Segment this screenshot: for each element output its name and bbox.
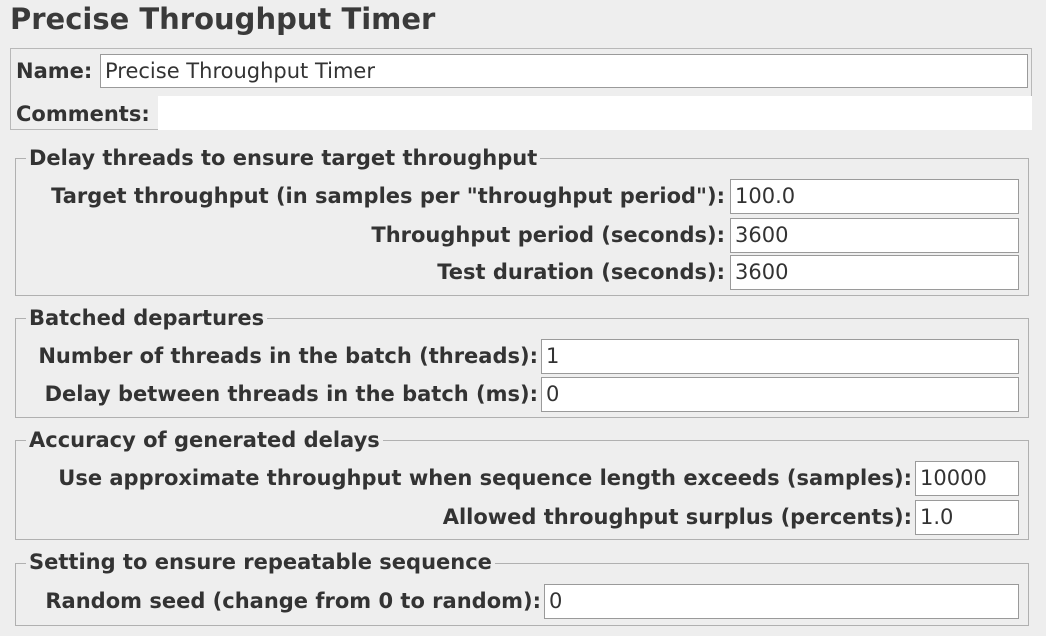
throughput-surplus-label: Allowed throughput surplus (percents): [442,505,912,529]
throughput-period-field[interactable]: 3600 [730,218,1019,253]
name-label: Name: [16,59,93,83]
throughput-surplus-field[interactable]: 1.0 [915,500,1019,535]
throughput-period-label: Throughput period (seconds): [371,223,725,247]
threads-in-batch-field[interactable]: 1 [541,339,1019,374]
threads-in-batch-label: Number of threads in the batch (threads)… [38,344,538,368]
comments-field[interactable] [158,96,1032,130]
test-duration-field[interactable]: 3600 [730,255,1019,290]
random-seed-field[interactable]: 0 [544,584,1019,619]
name-field[interactable]: Precise Throughput Timer [100,54,1028,88]
delay-between-threads-label: Delay between threads in the batch (ms): [44,382,538,406]
target-throughput-label: Target throughput (in samples per "throu… [51,184,725,208]
page-title: Precise Throughput Timer [10,2,436,36]
target-throughput-group-title: Delay threads to ensure target throughpu… [26,146,541,170]
random-seed-label: Random seed (change from 0 to random): [45,589,541,613]
accuracy-group-title: Accuracy of generated delays [26,428,383,452]
repeatable-sequence-group-title: Setting to ensure repeatable sequence [26,550,495,574]
delay-between-threads-field[interactable]: 0 [541,377,1019,412]
target-throughput-field[interactable]: 100.0 [730,179,1019,214]
approximate-throughput-field[interactable]: 10000 [915,461,1019,496]
batched-departures-group-title: Batched departures [26,306,268,330]
test-duration-label: Test duration (seconds): [437,260,725,284]
approximate-throughput-label: Use approximate throughput when sequence… [58,466,912,490]
comments-label: Comments: [16,102,150,126]
